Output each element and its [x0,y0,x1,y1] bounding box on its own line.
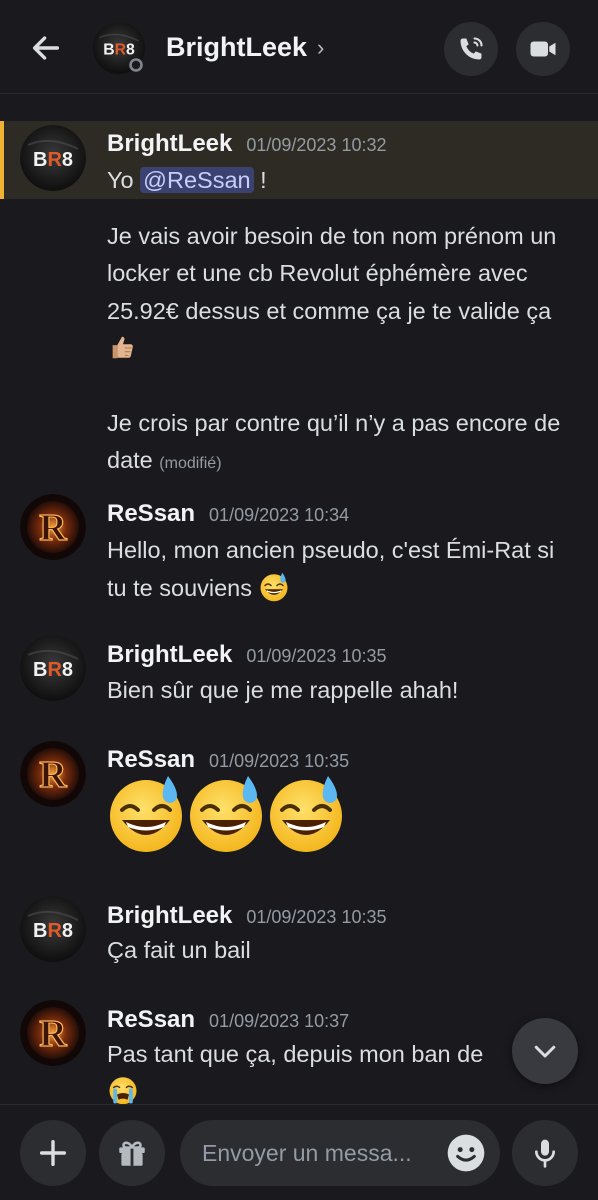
loudly-crying-emoji-icon [106,1075,140,1105]
message-header: ReSsan 01/09/2023 10:37 [107,1006,349,1034]
thumbs-up-icon [112,336,133,359]
chat-header: BrightLeek › [0,0,598,94]
channel-name: BrightLeek [166,32,308,62]
sweat-smile-emoji-icon [259,572,289,602]
plus-icon [39,1139,67,1167]
chevron-right-icon: › [317,34,325,60]
timestamp: 01/09/2023 10:35 [246,907,387,927]
message-content: Ça fait un bail [107,932,576,970]
sweat-smile-emoji-icon[interactable] [186,774,266,854]
avatar[interactable] [20,125,86,191]
microphone-icon [535,1139,555,1168]
emoji-picker-icon[interactable] [446,1133,486,1173]
jump-to-latest-button[interactable] [512,1018,578,1084]
user-mention[interactable]: @ReSsan [140,167,254,193]
attach-button[interactable] [20,1120,86,1186]
edited-label: (modifié) [159,455,222,472]
author-name[interactable]: BrightLeek [107,130,232,158]
message-header: BrightLeek 01/09/2023 10:35 [107,902,387,930]
back-button[interactable] [26,28,66,68]
status-offline-icon [128,57,144,73]
avatar[interactable] [20,635,86,701]
message-text: Pas tant que ça, depuis mon ban de [107,1041,484,1067]
timestamp: 01/09/2023 10:37 [209,1011,350,1031]
video-camera-icon [530,41,556,57]
gift-button[interactable] [99,1120,165,1186]
avatar[interactable] [20,896,86,962]
message-content: Hello, mon ancien pseudo, c'est Émi-Rat … [107,532,572,607]
arrow-left-icon [32,36,60,60]
gift-icon [119,1141,145,1166]
message-input-container[interactable] [180,1120,500,1186]
header-title[interactable]: BrightLeek › [166,32,324,63]
message-text: Je vais avoir besoin de ton nom prénom u… [107,222,557,324]
message-text: Ça fait un bail [107,937,251,963]
author-name[interactable]: ReSsan [107,500,195,528]
phone-icon [460,37,483,60]
author-name[interactable]: ReSsan [107,1006,195,1034]
avatar[interactable] [20,494,86,560]
chevron-down-icon [534,1045,556,1058]
call-button[interactable] [444,22,498,76]
author-name[interactable]: ReSsan [107,746,195,774]
avatar[interactable] [20,1000,86,1066]
message-text: Yo [107,167,134,193]
message-header: BrightLeek 01/09/2023 10:35 [107,641,387,669]
sweat-smile-emoji-icon[interactable] [266,774,346,854]
timestamp: 01/09/2023 10:35 [246,646,387,666]
message-content: Yo @ReSsan ! Je vais avoir besoin de ton… [107,162,576,483]
message-composer [0,1104,598,1200]
message-content: Bien sûr que je me rappelle ahah! [107,672,576,710]
voice-message-button[interactable] [512,1120,578,1186]
sweat-smile-emoji-icon[interactable] [106,774,186,854]
author-name[interactable]: BrightLeek [107,641,232,669]
timestamp: 01/09/2023 10:34 [209,505,350,525]
message-text: Bien sûr que je me rappelle ahah! [107,677,459,703]
message-header: ReSsan 01/09/2023 10:35 [107,746,349,774]
jumbo-emoji-row [106,774,346,854]
header-avatar[interactable] [93,22,145,74]
avatar[interactable] [20,741,86,807]
message-header: ReSsan 01/09/2023 10:34 [107,500,349,528]
video-call-button[interactable] [516,22,570,76]
timestamp: 01/09/2023 10:32 [246,135,387,155]
message-header: BrightLeek 01/09/2023 10:32 [107,130,387,158]
message-text: ! [253,167,267,193]
timestamp: 01/09/2023 10:35 [209,751,350,771]
message-input[interactable] [202,1120,438,1186]
message-text: Hello, mon ancien pseudo, c'est Émi-Rat … [107,537,555,601]
message-content: Pas tant que ça, depuis mon ban de [107,1036,576,1074]
author-name[interactable]: BrightLeek [107,902,232,930]
